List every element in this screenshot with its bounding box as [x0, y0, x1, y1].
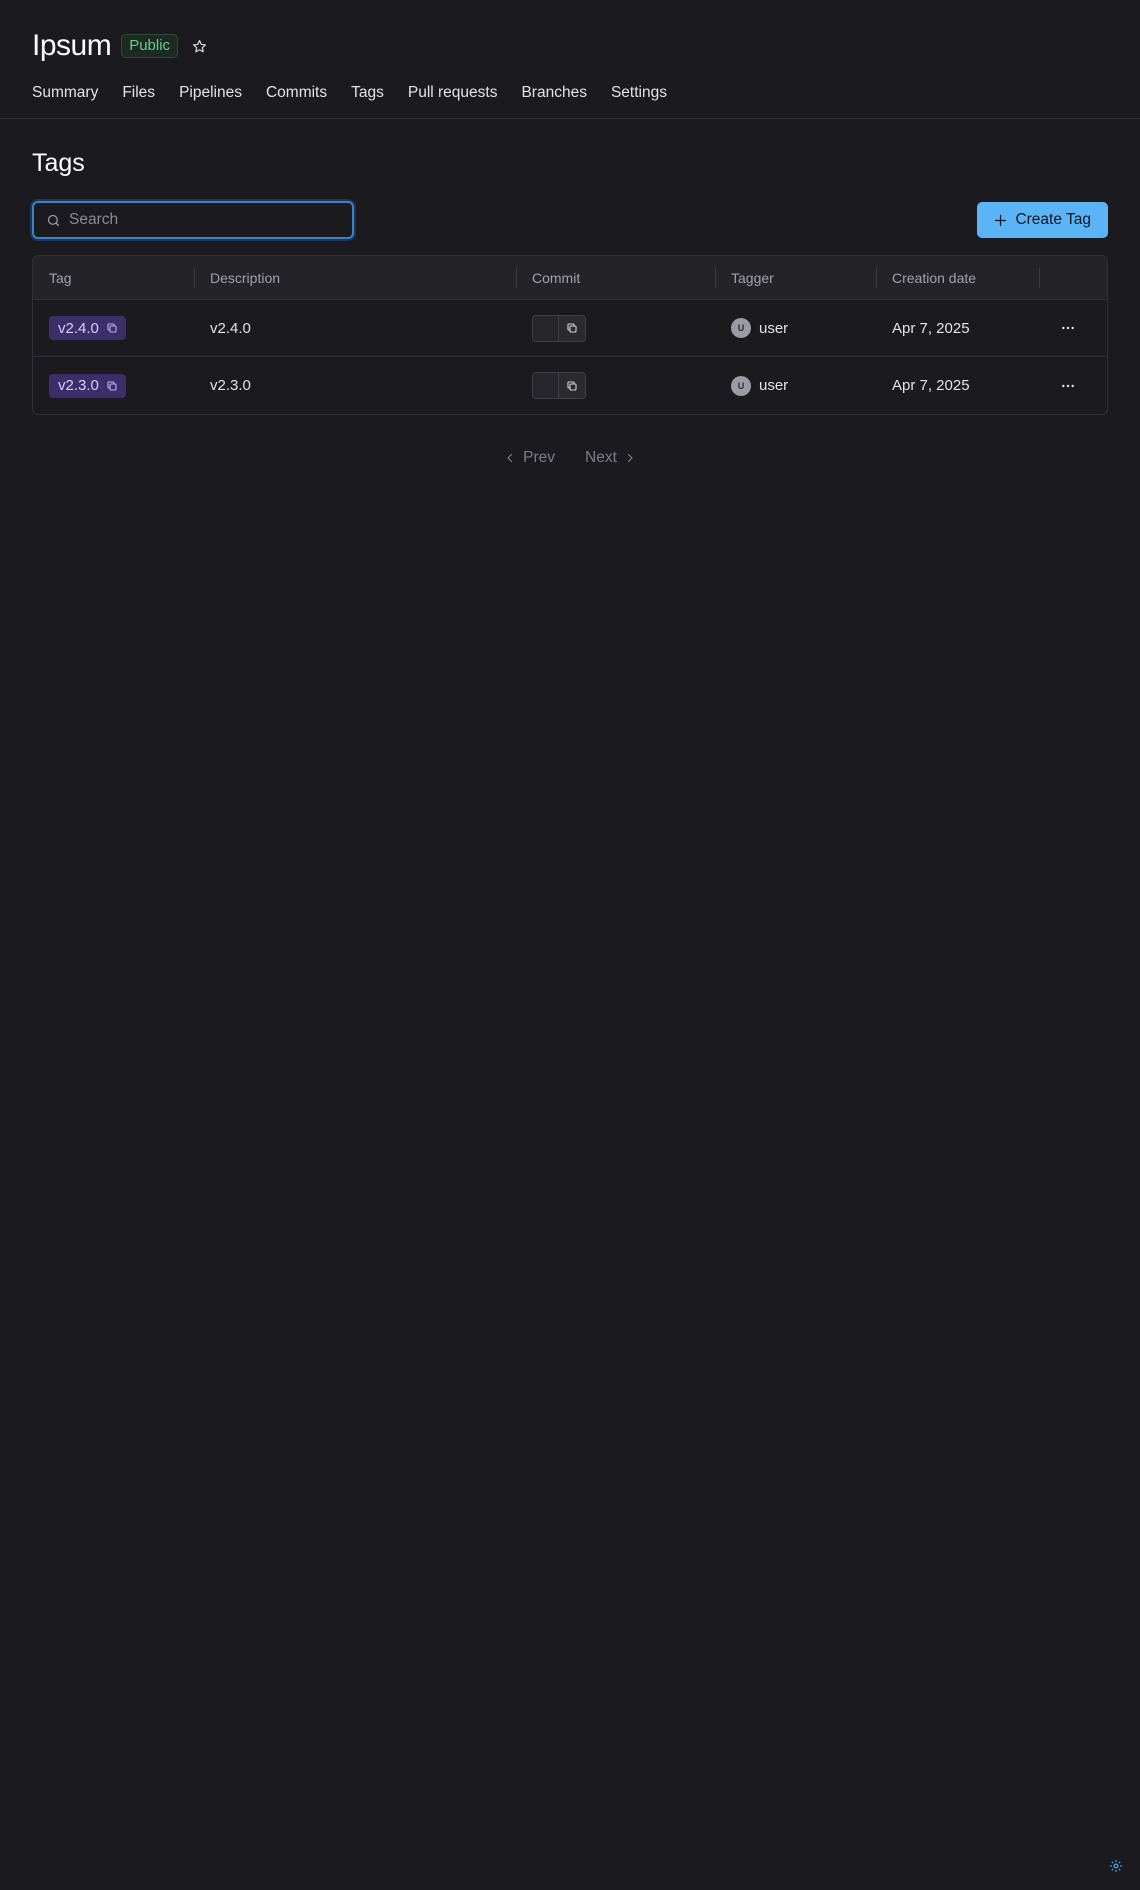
header-description: Description: [194, 267, 516, 288]
creation-date: Apr 7, 2025: [892, 377, 970, 394]
create-tag-label: Create Tag: [1015, 211, 1091, 228]
next-label: Next: [585, 449, 617, 466]
create-tag-button[interactable]: Create Tag: [977, 202, 1108, 238]
repo-nav: Summary Files Pipelines Commits Tags Pul…: [32, 84, 1108, 118]
tag-pill[interactable]: v2.4.0: [49, 316, 126, 340]
tag-pill[interactable]: v2.3.0: [49, 373, 126, 398]
repo-name: Ipsum: [32, 29, 112, 62]
gear-icon[interactable]: [1108, 1858, 1124, 1874]
commit-hash[interactable]: [533, 315, 559, 341]
avatar: U: [731, 375, 751, 396]
visibility-badge: Public: [121, 34, 179, 58]
more-icon[interactable]: [1060, 378, 1076, 394]
tagger-cell: U user: [715, 375, 876, 396]
repo-header: Ipsum Public Summary Files Pipelines Com…: [0, 0, 1140, 118]
tab-commits[interactable]: Commits: [266, 84, 327, 102]
tagger-name: user: [759, 319, 789, 337]
copy-icon[interactable]: [106, 380, 118, 392]
header-tagger: Tagger: [715, 267, 876, 288]
page-title: Tags: [32, 149, 85, 177]
commit-hash-group: [532, 314, 586, 342]
copy-icon[interactable]: [559, 315, 585, 341]
pagination: Prev Next: [32, 449, 1108, 467]
header-actions: [1039, 267, 1097, 288]
tab-tags[interactable]: Tags: [351, 84, 384, 102]
description-cell: v2.3.0: [210, 377, 251, 394]
more-icon[interactable]: [1060, 320, 1076, 336]
chevron-right-icon: [624, 452, 636, 464]
toolbar: Create Tag: [32, 201, 1108, 239]
prev-label: Prev: [523, 449, 555, 466]
header-commit: Commit: [516, 267, 715, 288]
header-tag: Tag: [49, 269, 72, 286]
tag-name: v2.3.0: [58, 377, 99, 394]
title-row: Ipsum Public: [32, 28, 1108, 64]
prev-button[interactable]: Prev: [504, 449, 555, 467]
header-divider: [0, 118, 1140, 119]
next-button[interactable]: Next: [585, 449, 636, 467]
commit-hash-group: [532, 372, 586, 399]
commit-cell: [516, 372, 715, 399]
table-row[interactable]: v2.3.0 v2.3.0 U user Apr 7, 2025: [33, 357, 1107, 414]
chevron-left-icon: [504, 452, 516, 464]
commit-hash[interactable]: [533, 373, 559, 398]
search-icon: [46, 213, 61, 228]
tab-files[interactable]: Files: [122, 84, 155, 102]
avatar: U: [731, 318, 751, 338]
table-row[interactable]: v2.4.0 v2.4.0 U user Apr 7, 2025: [33, 300, 1107, 357]
creation-date: Apr 7, 2025: [892, 319, 970, 337]
table-header: Tag Description Commit Tagger Creation d…: [33, 256, 1107, 300]
tagger-name: user: [759, 377, 789, 394]
tab-pipelines[interactable]: Pipelines: [179, 84, 242, 102]
tagger-cell: U user: [715, 318, 876, 338]
tag-cell: v2.4.0: [33, 316, 194, 340]
tab-branches[interactable]: Branches: [521, 84, 586, 102]
tab-summary[interactable]: Summary: [32, 84, 98, 102]
commit-cell: [516, 314, 715, 342]
header-creation-date: Creation date: [876, 267, 1039, 288]
tags-table: Tag Description Commit Tagger Creation d…: [32, 255, 1108, 415]
actions-cell: [1039, 378, 1097, 394]
tag-name: v2.4.0: [58, 319, 99, 337]
actions-cell: [1039, 320, 1097, 336]
search-box[interactable]: [32, 201, 354, 239]
tag-cell: v2.3.0: [33, 373, 194, 398]
copy-icon[interactable]: [559, 373, 585, 398]
tab-pull-requests[interactable]: Pull requests: [408, 84, 498, 102]
main-content: Tags Create Tag Tag Description Commit T…: [0, 149, 1140, 467]
tab-settings[interactable]: Settings: [611, 84, 667, 102]
star-icon[interactable]: [190, 37, 208, 55]
plus-icon: [993, 213, 1008, 228]
description-cell: v2.4.0: [210, 319, 251, 337]
search-input[interactable]: [69, 211, 340, 229]
copy-icon[interactable]: [106, 322, 118, 334]
